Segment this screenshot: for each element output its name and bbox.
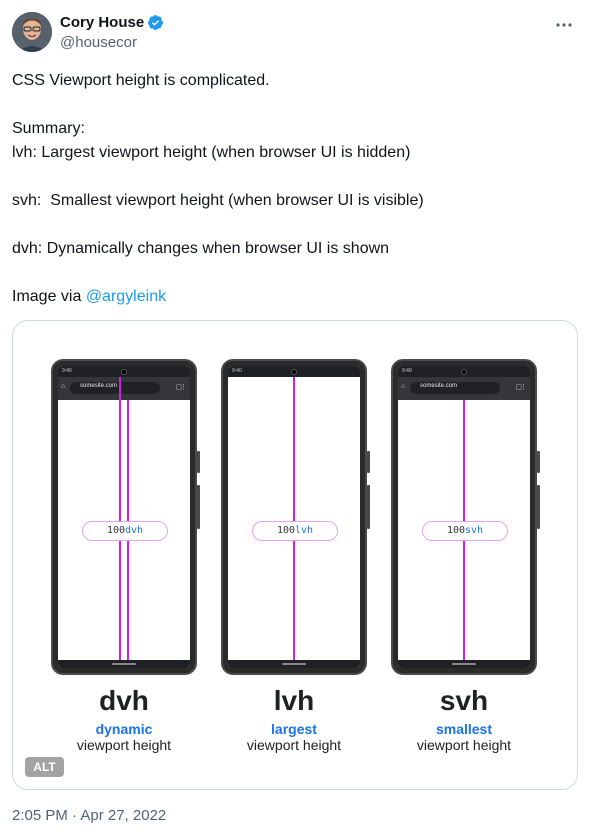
tweet-line: dvh: Dynamically changes when browser UI… (12, 240, 390, 257)
tweet-line: Summary: (12, 120, 85, 137)
status-time: 9:40 (232, 368, 242, 374)
unit-prefix: 100 (446, 525, 465, 536)
tweet-line (12, 165, 572, 189)
camera-icon (121, 369, 127, 375)
home-icon: ⌂ (401, 383, 406, 390)
menu-icon: ⋮ (180, 384, 187, 391)
nav-bar (58, 660, 190, 668)
menu-icon: ⋮ (520, 384, 527, 391)
phone-dvh: 9:40 ⌂ somesite.com ▢ ⋮ 100dvh (51, 359, 200, 675)
tweet-text: CSS Viewport height is complicated. Summ… (12, 69, 572, 309)
alt-badge[interactable]: ALT (25, 757, 64, 777)
unit-prefix: 100 (106, 525, 125, 536)
phone-side-button (197, 451, 200, 473)
author-name[interactable]: Cory House (60, 14, 164, 31)
unit-pill: 100svh (422, 521, 508, 541)
status-bar: 9:40 (58, 366, 190, 377)
phone-screen: 9:40 ⌂ somesite.com ▢ ⋮ 100svh (398, 366, 530, 668)
phone-side-button (197, 485, 200, 529)
caption-subtitle: viewport height (76, 737, 172, 753)
verified-badge-icon[interactable] (147, 14, 164, 31)
image-credit-prefix: Image via (12, 288, 86, 305)
phone-screen: 9:40 100lvh (228, 366, 360, 668)
caption-word: smallest (435, 721, 493, 737)
phone-svh: 9:40 ⌂ somesite.com ▢ ⋮ 100svh (391, 359, 540, 675)
unit-pill: 100dvh (82, 521, 168, 541)
browser-url-bar: ⌂ somesite.com ▢ ⋮ (58, 377, 190, 400)
unit-prefix: 100 (276, 525, 295, 536)
home-indicator (282, 663, 306, 665)
home-indicator (452, 663, 476, 665)
unit-name: svh (465, 525, 484, 536)
author-name-text[interactable]: Cory House (60, 14, 144, 31)
unit-name: dvh (125, 525, 144, 536)
caption-dvh: dvh dynamic viewport height (39, 685, 209, 753)
status-time: 9:40 (402, 368, 412, 374)
tweet-line (12, 261, 572, 285)
caption-word: largest (271, 721, 317, 737)
phone-side-button (537, 451, 540, 473)
tweet-line: lvh: Largest viewport height (when brows… (12, 144, 411, 161)
status-time: 9:40 (62, 368, 72, 374)
more-options-icon[interactable] (551, 12, 577, 38)
caption-svh: svh smallest viewport height (379, 685, 549, 753)
phone-screen: 9:40 ⌂ somesite.com ▢ ⋮ 100dvh (58, 366, 190, 668)
tweet-line: svh: Smallest viewport height (when brow… (12, 192, 424, 209)
nav-bar (398, 660, 530, 668)
camera-icon (291, 369, 297, 375)
caption-word: dynamic (95, 721, 153, 737)
tweet-line: CSS Viewport height is complicated. (12, 72, 270, 89)
phone-lvh: 9:40 100lvh (221, 359, 370, 675)
browser-url-bar: ⌂ somesite.com ▢ ⋮ (398, 377, 530, 400)
caption-title: dvh (99, 685, 149, 716)
author-handle[interactable]: @housecor (60, 34, 137, 51)
tweet-header: Cory House @housecor (12, 12, 583, 56)
image-credit: Image via @argyleink (12, 285, 572, 309)
tweet-timestamp[interactable]: 2:05 PM · Apr 27, 2022 (12, 807, 166, 824)
camera-icon (461, 369, 467, 375)
unit-name: lvh (295, 525, 314, 536)
avatar[interactable] (12, 12, 52, 52)
media-card[interactable]: 9:40 ⌂ somesite.com ▢ ⋮ 100dvh dvh dynam… (12, 320, 578, 790)
home-icon: ⌂ (61, 383, 66, 390)
caption-title: lvh (273, 685, 315, 716)
phone-side-button (367, 451, 370, 473)
url-text: somesite.com (420, 383, 458, 389)
caption-subtitle: viewport height (246, 737, 342, 753)
phone-side-button (537, 485, 540, 529)
unit-pill: 100lvh (252, 521, 338, 541)
mention-link[interactable]: @argyleink (86, 288, 166, 305)
url-text: somesite.com (80, 383, 118, 389)
home-indicator (112, 663, 136, 665)
tweet-line (12, 93, 572, 117)
nav-bar (228, 660, 360, 668)
status-bar: 9:40 (398, 366, 530, 377)
tweet-line (12, 213, 572, 237)
avatar-portrait (12, 12, 52, 52)
status-bar: 9:40 (228, 366, 360, 377)
caption-lvh: lvh largest viewport height (209, 685, 379, 753)
caption-subtitle: viewport height (416, 737, 512, 753)
caption-title: svh (439, 685, 489, 716)
phone-side-button (367, 485, 370, 529)
